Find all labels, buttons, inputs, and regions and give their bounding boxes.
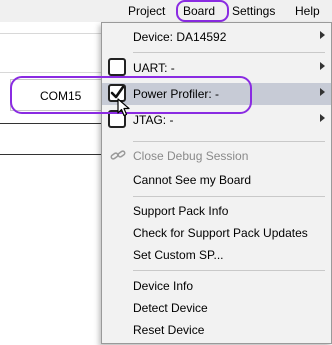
set-custom-sp-label: Set Custom SP... <box>133 248 224 262</box>
submenu-arrow-icon <box>320 114 325 122</box>
detect-device-label: Detect Device <box>133 301 208 315</box>
reset-device-label: Reset Device <box>133 323 205 337</box>
device-label: Device: DA14592 <box>133 30 227 44</box>
menu-bar: Project Board Settings Help <box>0 0 332 22</box>
unlink-icon <box>110 150 126 160</box>
menu-separator <box>133 270 325 271</box>
menu-item-close-debug-session: Close Debug Session <box>102 145 331 167</box>
submenu-arrow-icon <box>320 88 325 96</box>
menu-item-jtag[interactable]: JTAG: - <box>102 109 331 131</box>
menu-project[interactable]: Project <box>128 4 165 18</box>
cursor-icon <box>117 98 130 117</box>
menu-separator <box>133 52 325 53</box>
power-profiler-label: Power Profiler: - <box>133 87 220 101</box>
board-menu: Device: DA14592 UART: - Power Profiler: … <box>101 22 332 344</box>
menu-item-power-profiler[interactable]: Power Profiler: - <box>102 83 331 105</box>
menu-settings[interactable]: Settings <box>232 4 275 18</box>
submenu-arrow-icon <box>320 62 325 70</box>
menu-help[interactable]: Help <box>295 4 320 18</box>
menu-item-device-info[interactable]: Device Info <box>102 275 331 297</box>
divider <box>0 154 101 155</box>
menu-item-device[interactable]: Device: DA14592 <box>102 26 331 48</box>
submenu-arrow-icon <box>320 31 325 39</box>
menu-item-uart[interactable]: UART: - <box>102 57 331 79</box>
divider <box>0 72 101 73</box>
cannot-see-label: Cannot See my Board <box>133 173 252 187</box>
menu-item-reset-device[interactable]: Reset Device <box>102 319 331 341</box>
menu-item-detect-device[interactable]: Detect Device <box>102 297 331 319</box>
menu-separator <box>133 141 325 142</box>
uart-label: UART: - <box>133 61 175 75</box>
jtag-label: JTAG: - <box>133 113 174 127</box>
menu-item-set-custom-sp[interactable]: Set Custom SP... <box>102 244 331 266</box>
menu-separator <box>133 196 325 197</box>
uart-checkbox[interactable] <box>108 58 126 76</box>
device-info-label: Device Info <box>133 279 194 293</box>
port-value: COM15 <box>40 89 82 103</box>
menu-board[interactable]: Board <box>183 4 215 18</box>
menu-item-check-updates[interactable]: Check for Support Pack Updates <box>102 222 331 244</box>
check-updates-label: Check for Support Pack Updates <box>133 226 308 240</box>
divider <box>0 33 101 34</box>
divider <box>0 123 101 124</box>
close-debug-label: Close Debug Session <box>133 149 249 163</box>
menu-item-cannot-see-board[interactable]: Cannot See my Board <box>102 169 331 191</box>
support-pack-info-label: Support Pack Info <box>133 204 229 218</box>
menu-item-support-pack-info[interactable]: Support Pack Info <box>102 200 331 222</box>
